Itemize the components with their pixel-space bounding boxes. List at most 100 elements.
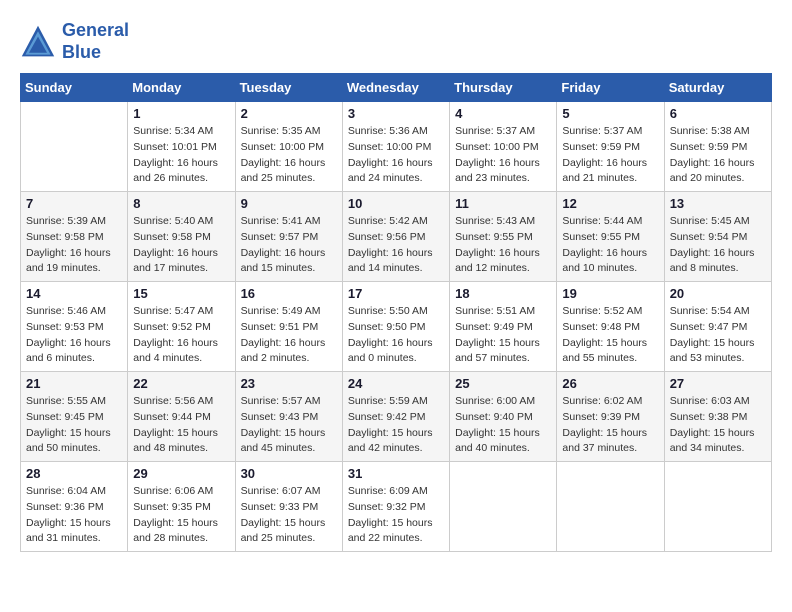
calendar-cell: 22 Sunrise: 5:56 AMSunset: 9:44 PMDayligh…	[128, 372, 235, 462]
weekday-header-row: SundayMondayTuesdayWednesdayThursdayFrid…	[21, 74, 772, 102]
calendar-cell: 30 Sunrise: 6:07 AMSunset: 9:33 PMDayligh…	[235, 462, 342, 552]
calendar-cell: 1 Sunrise: 5:34 AMSunset: 10:01 PMDayligh…	[128, 102, 235, 192]
day-info: Sunrise: 5:34 AMSunset: 10:01 PMDaylight…	[133, 124, 229, 187]
calendar-week-5: 28 Sunrise: 6:04 AMSunset: 9:36 PMDayligh…	[21, 462, 772, 552]
weekday-header-wednesday: Wednesday	[342, 74, 449, 102]
day-number: 4	[455, 106, 551, 121]
weekday-header-friday: Friday	[557, 74, 664, 102]
day-number: 13	[670, 196, 766, 211]
day-info: Sunrise: 5:36 AMSunset: 10:00 PMDaylight…	[348, 124, 444, 187]
day-info: Sunrise: 5:50 AMSunset: 9:50 PMDaylight:…	[348, 304, 444, 367]
day-info: Sunrise: 6:00 AMSunset: 9:40 PMDaylight:…	[455, 394, 551, 457]
day-info: Sunrise: 5:47 AMSunset: 9:52 PMDaylight:…	[133, 304, 229, 367]
day-info: Sunrise: 5:35 AMSunset: 10:00 PMDaylight…	[241, 124, 337, 187]
day-info: Sunrise: 5:43 AMSunset: 9:55 PMDaylight:…	[455, 214, 551, 277]
calendar-cell	[664, 462, 771, 552]
day-info: Sunrise: 5:56 AMSunset: 9:44 PMDaylight:…	[133, 394, 229, 457]
calendar-table: SundayMondayTuesdayWednesdayThursdayFrid…	[20, 73, 772, 552]
calendar-cell: 20Sunrise: 5:54 AMSunset: 9:47 PMDayligh…	[664, 282, 771, 372]
page-header: General Blue	[20, 20, 772, 63]
day-info: Sunrise: 5:57 AMSunset: 9:43 PMDaylight:…	[241, 394, 337, 457]
calendar-cell: 17Sunrise: 5:50 AMSunset: 9:50 PMDayligh…	[342, 282, 449, 372]
day-number: 8	[133, 196, 229, 211]
day-number: 22	[133, 376, 229, 391]
calendar-cell: 9 Sunrise: 5:41 AMSunset: 9:57 PMDaylight…	[235, 192, 342, 282]
logo-icon	[20, 24, 56, 60]
calendar-week-1: 1 Sunrise: 5:34 AMSunset: 10:01 PMDayligh…	[21, 102, 772, 192]
day-info: Sunrise: 5:45 AMSunset: 9:54 PMDaylight:…	[670, 214, 766, 277]
day-number: 27	[670, 376, 766, 391]
day-info: Sunrise: 5:37 AMSunset: 9:59 PMDaylight:…	[562, 124, 658, 187]
calendar-cell: 4 Sunrise: 5:37 AMSunset: 10:00 PMDayligh…	[450, 102, 557, 192]
day-info: Sunrise: 5:51 AMSunset: 9:49 PMDaylight:…	[455, 304, 551, 367]
logo: General Blue	[20, 20, 129, 63]
day-info: Sunrise: 5:37 AMSunset: 10:00 PMDaylight…	[455, 124, 551, 187]
calendar-cell	[21, 102, 128, 192]
calendar-cell: 19 Sunrise: 5:52 AMSunset: 9:48 PMDayligh…	[557, 282, 664, 372]
day-info: Sunrise: 5:41 AMSunset: 9:57 PMDaylight:…	[241, 214, 337, 277]
calendar-week-2: 7 Sunrise: 5:39 AMSunset: 9:58 PMDaylight…	[21, 192, 772, 282]
day-info: Sunrise: 6:07 AMSunset: 9:33 PMDaylight:…	[241, 484, 337, 547]
day-info: Sunrise: 5:49 AMSunset: 9:51 PMDaylight:…	[241, 304, 337, 367]
calendar-cell: 7 Sunrise: 5:39 AMSunset: 9:58 PMDaylight…	[21, 192, 128, 282]
day-number: 19	[562, 286, 658, 301]
day-info: Sunrise: 5:46 AMSunset: 9:53 PMDaylight:…	[26, 304, 122, 367]
day-info: Sunrise: 5:42 AMSunset: 9:56 PMDaylight:…	[348, 214, 444, 277]
day-number: 26	[562, 376, 658, 391]
day-number: 12	[562, 196, 658, 211]
day-info: Sunrise: 6:06 AMSunset: 9:35 PMDaylight:…	[133, 484, 229, 547]
calendar-cell	[450, 462, 557, 552]
weekday-header-thursday: Thursday	[450, 74, 557, 102]
calendar-week-4: 21 Sunrise: 5:55 AMSunset: 9:45 PMDayligh…	[21, 372, 772, 462]
day-number: 15	[133, 286, 229, 301]
calendar-cell: 14Sunrise: 5:46 AMSunset: 9:53 PMDayligh…	[21, 282, 128, 372]
calendar-cell: 21 Sunrise: 5:55 AMSunset: 9:45 PMDayligh…	[21, 372, 128, 462]
day-number: 18	[455, 286, 551, 301]
day-info: Sunrise: 5:55 AMSunset: 9:45 PMDaylight:…	[26, 394, 122, 457]
calendar-cell: 27 Sunrise: 6:03 AMSunset: 9:38 PMDayligh…	[664, 372, 771, 462]
day-number: 10	[348, 196, 444, 211]
day-info: Sunrise: 5:44 AMSunset: 9:55 PMDaylight:…	[562, 214, 658, 277]
weekday-header-tuesday: Tuesday	[235, 74, 342, 102]
day-number: 1	[133, 106, 229, 121]
day-number: 5	[562, 106, 658, 121]
day-info: Sunrise: 6:03 AMSunset: 9:38 PMDaylight:…	[670, 394, 766, 457]
calendar-cell: 11 Sunrise: 5:43 AMSunset: 9:55 PMDayligh…	[450, 192, 557, 282]
day-number: 21	[26, 376, 122, 391]
day-number: 24	[348, 376, 444, 391]
weekday-header-monday: Monday	[128, 74, 235, 102]
day-info: Sunrise: 6:02 AMSunset: 9:39 PMDaylight:…	[562, 394, 658, 457]
day-number: 3	[348, 106, 444, 121]
day-number: 7	[26, 196, 122, 211]
day-info: Sunrise: 6:04 AMSunset: 9:36 PMDaylight:…	[26, 484, 122, 547]
calendar-cell: 18 Sunrise: 5:51 AMSunset: 9:49 PMDayligh…	[450, 282, 557, 372]
calendar-cell: 13 Sunrise: 5:45 AMSunset: 9:54 PMDayligh…	[664, 192, 771, 282]
day-info: Sunrise: 5:39 AMSunset: 9:58 PMDaylight:…	[26, 214, 122, 277]
calendar-cell: 24Sunrise: 5:59 AMSunset: 9:42 PMDayligh…	[342, 372, 449, 462]
logo-text: General Blue	[62, 20, 129, 63]
calendar-week-3: 14Sunrise: 5:46 AMSunset: 9:53 PMDayligh…	[21, 282, 772, 372]
calendar-cell: 16Sunrise: 5:49 AMSunset: 9:51 PMDayligh…	[235, 282, 342, 372]
weekday-header-sunday: Sunday	[21, 74, 128, 102]
day-number: 2	[241, 106, 337, 121]
day-number: 25	[455, 376, 551, 391]
day-number: 20	[670, 286, 766, 301]
day-info: Sunrise: 5:38 AMSunset: 9:59 PMDaylight:…	[670, 124, 766, 187]
calendar-cell	[557, 462, 664, 552]
day-number: 23	[241, 376, 337, 391]
calendar-cell: 15 Sunrise: 5:47 AMSunset: 9:52 PMDayligh…	[128, 282, 235, 372]
calendar-cell: 10 Sunrise: 5:42 AMSunset: 9:56 PMDayligh…	[342, 192, 449, 282]
calendar-cell: 28 Sunrise: 6:04 AMSunset: 9:36 PMDayligh…	[21, 462, 128, 552]
day-number: 11	[455, 196, 551, 211]
day-number: 9	[241, 196, 337, 211]
day-info: Sunrise: 6:09 AMSunset: 9:32 PMDaylight:…	[348, 484, 444, 547]
calendar-cell: 12 Sunrise: 5:44 AMSunset: 9:55 PMDayligh…	[557, 192, 664, 282]
day-number: 28	[26, 466, 122, 481]
day-number: 31	[348, 466, 444, 481]
calendar-cell: 26 Sunrise: 6:02 AMSunset: 9:39 PMDayligh…	[557, 372, 664, 462]
calendar-cell: 3 Sunrise: 5:36 AMSunset: 10:00 PMDayligh…	[342, 102, 449, 192]
day-info: Sunrise: 5:52 AMSunset: 9:48 PMDaylight:…	[562, 304, 658, 367]
calendar-cell: 2 Sunrise: 5:35 AMSunset: 10:00 PMDayligh…	[235, 102, 342, 192]
day-number: 30	[241, 466, 337, 481]
calendar-cell: 31 Sunrise: 6:09 AMSunset: 9:32 PMDayligh…	[342, 462, 449, 552]
